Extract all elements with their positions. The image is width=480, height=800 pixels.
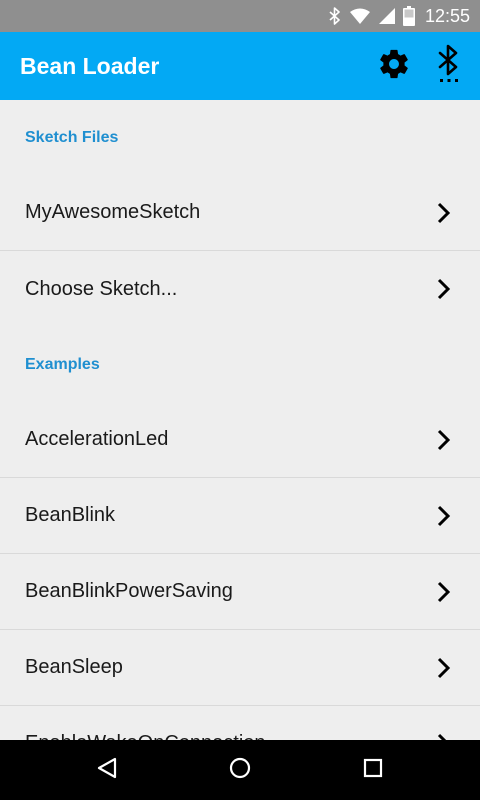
back-icon xyxy=(95,756,119,785)
battery-icon xyxy=(402,6,415,26)
list-item-label: Choose Sketch... xyxy=(25,277,178,300)
signal-icon xyxy=(378,8,395,24)
list-item-label: BeanSleep xyxy=(25,656,123,678)
status-bar: 12:55 xyxy=(0,0,480,32)
chevron-right-icon xyxy=(434,656,454,680)
list-item[interactable]: MyAwesomeSketch xyxy=(0,175,480,251)
chevron-right-icon xyxy=(434,277,454,301)
section-header-sketch-files: Sketch Files xyxy=(25,128,119,146)
screen: 12:55 Bean Loader Sketch Files MyAwesome… xyxy=(0,0,480,800)
bluetooth-searching-icon xyxy=(436,44,462,89)
app-title: Bean Loader xyxy=(20,52,160,79)
chevron-right-icon xyxy=(434,580,454,604)
list-item[interactable]: BeanSleep xyxy=(0,630,480,706)
list-item-label: BeanBlink xyxy=(25,504,116,526)
sketch-list: Sketch Files MyAwesomeSketch Choose Sket… xyxy=(0,100,480,740)
chevron-right-icon xyxy=(434,428,454,452)
home-button[interactable] xyxy=(210,742,270,798)
list-item-label: EnableWakeOnConnection xyxy=(25,732,434,740)
list-item-label: MyAwesomeSketch xyxy=(25,201,201,223)
settings-button[interactable] xyxy=(366,38,422,94)
list-item[interactable]: AccelerationLed xyxy=(0,402,480,478)
settings-icon xyxy=(377,47,411,86)
list-item-label: BeanBlinkPowerSaving xyxy=(25,580,233,602)
status-time: 12:55 xyxy=(424,5,470,26)
home-icon xyxy=(228,756,252,785)
list-item[interactable]: BeanBlinkPowerSaving xyxy=(0,554,480,630)
bluetooth-scan-button[interactable] xyxy=(424,38,474,94)
list-item[interactable]: BeanBlink xyxy=(0,478,480,554)
list-item-label: AccelerationLed xyxy=(25,428,169,450)
list-item[interactable]: EnableWakeOnConnection xyxy=(0,706,480,740)
wifi-icon xyxy=(349,8,371,24)
section-header-examples: Examples xyxy=(25,355,100,373)
recents-button[interactable] xyxy=(343,742,403,798)
list-item[interactable]: Choose Sketch... xyxy=(0,251,480,327)
chevron-right-icon xyxy=(434,504,454,528)
navigation-bar xyxy=(0,740,480,800)
app-bar: Bean Loader xyxy=(0,32,480,100)
chevron-right-icon xyxy=(434,732,454,740)
back-button[interactable] xyxy=(77,742,137,798)
bluetooth-icon xyxy=(329,7,341,25)
chevron-right-icon xyxy=(434,201,454,225)
recents-icon xyxy=(362,757,384,784)
